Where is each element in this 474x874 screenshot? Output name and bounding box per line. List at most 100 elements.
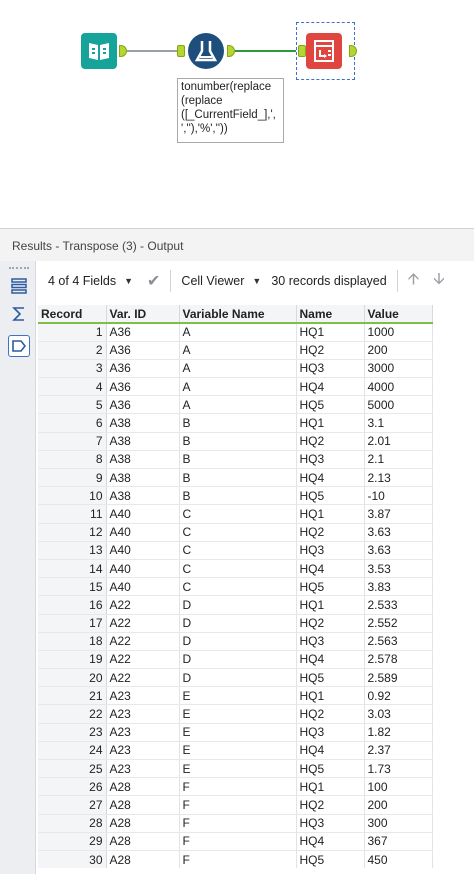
record-cell[interactable]: 24 <box>38 741 107 761</box>
name-cell[interactable]: HQ2 <box>296 704 365 724</box>
record-cell[interactable]: 10 <box>38 486 107 506</box>
record-cell[interactable]: 25 <box>38 759 107 779</box>
name-cell[interactable]: HQ2 <box>296 341 365 360</box>
value-cell[interactable]: 3.63 <box>364 523 433 542</box>
cell-viewer-dropdown[interactable]: Cell Viewer ▼ <box>181 274 261 288</box>
value-cell[interactable]: 1000 <box>364 323 433 342</box>
name-cell[interactable]: HQ3 <box>296 359 365 379</box>
table-row[interactable]: 1 A36 A HQ1 1000 <box>38 323 433 342</box>
name-cell[interactable]: HQ3 <box>296 723 365 742</box>
value-cell[interactable]: 0.92 <box>364 686 433 706</box>
var-id-cell[interactable]: A38 <box>106 450 180 470</box>
table-row[interactable]: 28 A28 F HQ3 300 <box>38 814 433 833</box>
table-row[interactable]: 19 A22 D HQ4 2.578 <box>38 650 433 670</box>
value-cell[interactable]: -10 <box>364 486 433 506</box>
var-id-cell[interactable]: A36 <box>106 377 180 397</box>
name-cell[interactable]: HQ2 <box>296 614 365 633</box>
record-cell[interactable]: 28 <box>38 814 107 833</box>
value-cell[interactable]: 2.533 <box>364 595 433 615</box>
value-cell[interactable]: 3.87 <box>364 504 433 524</box>
var-id-cell[interactable]: A22 <box>106 614 180 633</box>
variable-name-cell[interactable]: F <box>179 832 297 851</box>
record-cell[interactable]: 27 <box>38 795 107 815</box>
var-id-cell[interactable]: A23 <box>106 759 180 779</box>
var-id-cell[interactable]: A23 <box>106 686 180 706</box>
var-id-cell[interactable]: A40 <box>106 523 180 542</box>
horizontal-scrollbar[interactable] <box>36 868 474 874</box>
variable-name-cell[interactable]: A <box>179 359 297 379</box>
record-cell[interactable]: 9 <box>38 468 107 488</box>
workflow-canvas[interactable]: tonumber(replace (replace ([_CurrentFiel… <box>0 0 474 228</box>
table-row[interactable]: 13 A40 C HQ3 3.63 <box>38 541 433 560</box>
variable-name-cell[interactable]: F <box>179 795 297 815</box>
record-cell[interactable]: 17 <box>38 614 107 633</box>
formula-tool[interactable] <box>188 33 224 69</box>
name-cell[interactable]: HQ5 <box>296 850 365 870</box>
var-id-cell[interactable]: A23 <box>106 741 180 761</box>
column-header-name[interactable]: Name <box>296 305 365 324</box>
variable-name-cell[interactable]: D <box>179 614 297 633</box>
record-cell[interactable]: 26 <box>38 777 107 797</box>
table-row[interactable]: 30 A28 F HQ5 450 <box>38 850 433 870</box>
record-cell[interactable]: 6 <box>38 413 107 433</box>
value-cell[interactable]: 1.82 <box>364 723 433 742</box>
table-row[interactable]: 3 A36 A HQ3 3000 <box>38 359 433 379</box>
value-cell[interactable]: 2.1 <box>364 450 433 470</box>
check-icon[interactable]: ✔ <box>147 271 160 291</box>
results-grid[interactable]: Record Var. ID Variable Name Name Value … <box>38 305 434 870</box>
variable-name-cell[interactable]: F <box>179 777 297 797</box>
value-cell[interactable]: 3.1 <box>364 413 433 433</box>
table-row[interactable]: 16 A22 D HQ1 2.533 <box>38 595 433 615</box>
value-cell[interactable]: 300 <box>364 814 433 833</box>
name-cell[interactable]: HQ1 <box>296 686 365 706</box>
name-cell[interactable]: HQ5 <box>296 486 365 506</box>
tag-view-icon[interactable] <box>8 335 30 357</box>
var-id-cell[interactable]: A38 <box>106 468 180 488</box>
name-cell[interactable]: HQ5 <box>296 759 365 779</box>
record-cell[interactable]: 22 <box>38 704 107 724</box>
record-cell[interactable]: 2 <box>38 341 107 360</box>
table-row[interactable]: 24 A23 E HQ4 2.37 <box>38 741 433 761</box>
table-row[interactable]: 7 A38 B HQ2 2.01 <box>38 432 433 451</box>
table-row[interactable]: 18 A22 D HQ3 2.563 <box>38 632 433 651</box>
value-cell[interactable]: 2.578 <box>364 650 433 670</box>
name-cell[interactable]: HQ2 <box>296 432 365 451</box>
value-cell[interactable]: 1.73 <box>364 759 433 779</box>
record-cell[interactable]: 5 <box>38 395 107 415</box>
record-cell[interactable]: 29 <box>38 832 107 851</box>
record-cell[interactable]: 11 <box>38 504 107 524</box>
table-row[interactable]: 2 A36 A HQ2 200 <box>38 341 433 360</box>
table-row[interactable]: 27 A28 F HQ2 200 <box>38 795 433 815</box>
value-cell[interactable]: 200 <box>364 795 433 815</box>
sigma-icon[interactable] <box>8 303 30 325</box>
name-cell[interactable]: HQ1 <box>296 595 365 615</box>
output-anchor[interactable] <box>349 45 357 57</box>
var-id-cell[interactable]: A36 <box>106 395 180 415</box>
table-row[interactable]: 6 A38 B HQ1 3.1 <box>38 413 433 433</box>
name-cell[interactable]: HQ5 <box>296 668 365 688</box>
var-id-cell[interactable]: A22 <box>106 650 180 670</box>
rows-view-icon[interactable] <box>8 275 30 297</box>
value-cell[interactable]: 3.83 <box>364 577 433 597</box>
value-cell[interactable]: 2.13 <box>364 468 433 488</box>
var-id-cell[interactable]: A40 <box>106 559 180 579</box>
column-header-var-id[interactable]: Var. ID <box>106 305 180 324</box>
table-row[interactable]: 14 A40 C HQ4 3.53 <box>38 559 433 579</box>
variable-name-cell[interactable]: A <box>179 341 297 360</box>
value-cell[interactable]: 2.589 <box>364 668 433 688</box>
variable-name-cell[interactable]: C <box>179 523 297 542</box>
variable-name-cell[interactable]: E <box>179 741 297 761</box>
var-id-cell[interactable]: A28 <box>106 777 180 797</box>
fields-dropdown[interactable]: 4 of 4 Fields ▼ <box>48 274 133 288</box>
table-row[interactable]: 11 A40 C HQ1 3.87 <box>38 504 433 524</box>
var-id-cell[interactable]: A28 <box>106 814 180 833</box>
variable-name-cell[interactable]: F <box>179 814 297 833</box>
name-cell[interactable]: HQ1 <box>296 777 365 797</box>
record-cell[interactable]: 7 <box>38 432 107 451</box>
transpose-tool[interactable] <box>306 33 342 69</box>
value-cell[interactable]: 4000 <box>364 377 433 397</box>
table-row[interactable]: 17 A22 D HQ2 2.552 <box>38 614 433 633</box>
var-id-cell[interactable]: A40 <box>106 541 180 560</box>
variable-name-cell[interactable]: D <box>179 632 297 651</box>
arrow-up-icon[interactable]: 🡩 <box>408 268 420 295</box>
